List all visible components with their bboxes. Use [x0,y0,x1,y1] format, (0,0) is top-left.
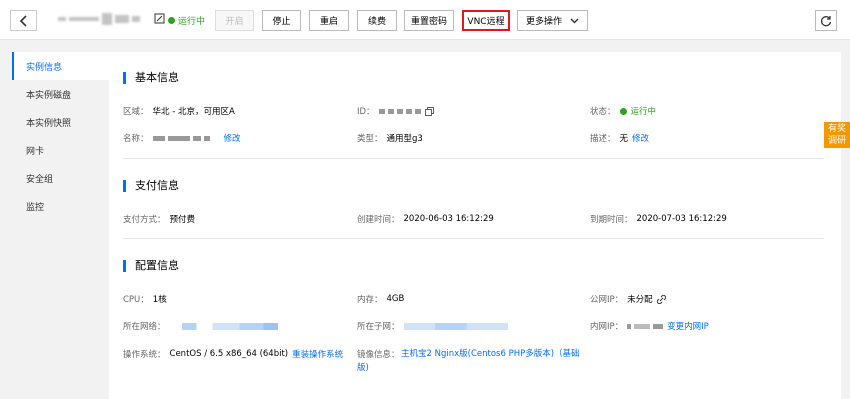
status-field: 状态： 运行中 [590,105,656,117]
id-value-redacted [378,108,421,114]
link-icon[interactable] [656,294,666,304]
image-label: 镜像信息： [357,350,400,360]
public-ip-label: 公网IP： [590,295,624,305]
expire-time-value: 2020-07-03 16:12:29 [636,214,727,224]
basic-info-title: 基本信息 [123,72,179,84]
image-value-line2[interactable]: 版) [357,363,369,373]
status-label: 状态： [590,107,616,117]
sidebar-item-instance-info[interactable]: 实例信息 [12,52,109,80]
image-value-wrap: 版) [357,361,369,373]
chevron-down-icon [570,18,579,23]
subnet-field: 所在子网： [357,320,508,332]
more-actions-label: 更多操作 [525,17,562,27]
sidebar-item-nic[interactable]: 网卡 [12,136,109,164]
type-label: 类型： [357,134,383,144]
sidebar-item-disks[interactable]: 本实例磁盘 [12,80,109,108]
id-field: ID： [357,105,434,117]
id-label: ID： [357,107,375,117]
renew-button[interactable]: 续费 [357,10,397,31]
type-field: 类型： 通用型g3 [357,132,423,144]
region-label: 区域： [123,107,149,117]
sidebar-item-snapshots[interactable]: 本实例快照 [12,108,109,136]
back-button[interactable] [10,10,37,31]
status-value: 运行中 [630,107,657,117]
instance-name-redacted [58,13,140,25]
survey-label-1: 有奖 [827,124,846,134]
expire-time-field: 到期时间： 2020-07-03 16:12:29 [590,213,727,225]
vnc-remote-button[interactable]: VNC远程 [462,10,510,31]
name-value-redacted [152,135,210,141]
created-time-label: 创建时间： [357,215,400,225]
restart-button[interactable]: 重启 [309,10,349,31]
network-value-redacted[interactable] [181,322,278,330]
payment-method-value: 预付费 [169,215,196,225]
stop-button[interactable]: 停止 [262,10,301,31]
refresh-button[interactable] [815,10,837,31]
expire-time-label: 到期时间： [590,215,633,225]
payment-method-label: 支付方式： [123,215,166,225]
cpu-label: CPU： [123,295,149,305]
copy-icon[interactable] [424,106,434,116]
edit-icon[interactable] [154,13,165,24]
private-ip-field: 内网IP： 变更内网IP [590,320,709,332]
reinstall-os-link[interactable]: 重装操作系统 [292,348,343,360]
created-time-value: 2020-06-03 16:12:29 [403,214,494,224]
refresh-icon [820,15,832,26]
top-toolbar: 运行中 开启 停止 重启 续费 重置密码 VNC远程 更多操作 [0,0,850,40]
description-edit-link[interactable]: 修改 [632,132,649,144]
cpu-value: 1核 [152,295,167,305]
instance-detail-panel: 基本信息 区域： 华北 - 北京，可用区A ID： 状态： 运行中 名称： 修改… [109,52,841,399]
private-ip-label: 内网IP： [590,322,624,332]
os-field: 操作系统： CentOS / 6.5 x86_64 (64bit) 重装操作系统 [123,348,343,360]
survey-label-2: 调研 [827,136,846,146]
name-label: 名称： [123,134,149,144]
sidebar-item-security-group[interactable]: 安全组 [12,164,109,192]
running-dot-icon [619,107,627,115]
description-value: 无 [619,134,629,144]
subnet-value-redacted[interactable] [403,322,508,330]
network-field: 所在网络： [123,320,278,332]
payment-method-field: 支付方式： 预付费 [123,213,195,225]
name-edit-link[interactable]: 修改 [224,132,241,144]
reset-password-button[interactable]: 重置密码 [404,10,454,31]
image-value-link[interactable]: 主机宝2 Nginx版(Centos6 PHP多版本)（基础 [401,348,586,361]
memory-label: 内存： [357,295,383,305]
public-ip-field: 公网IP： 未分配 [590,293,666,305]
memory-field: 内存： 4GB [357,293,404,305]
cpu-field: CPU： 1核 [123,293,167,305]
os-label: 操作系统： [123,350,166,360]
status-text: 运行中 [178,17,206,27]
subnet-label: 所在子网： [357,322,400,332]
start-button[interactable]: 开启 [215,10,254,31]
description-label: 描述： [590,134,616,144]
name-field: 名称： 修改 [123,132,241,144]
region-value: 华北 - 北京，可用区A [152,107,235,117]
sidebar-item-monitoring[interactable]: 监控 [12,192,109,220]
payment-info-title: 支付信息 [123,180,179,192]
private-ip-value-redacted [627,323,664,329]
config-info-title: 配置信息 [123,260,179,272]
description-field: 描述： 无 修改 [590,132,649,144]
status-badge: 运行中 [168,14,205,27]
public-ip-value: 未分配 [627,295,653,305]
change-private-ip-link[interactable]: 变更内网IP [667,320,709,332]
divider [123,238,823,239]
chevron-left-icon [19,14,27,27]
divider [123,158,823,159]
image-field: 镜像信息： [357,348,400,360]
running-dot-icon [168,17,175,24]
type-value: 通用型g3 [386,134,423,144]
os-value: CentOS / 6.5 x86_64 (64bit) [169,349,289,359]
sidebar: 实例信息 本实例磁盘 本实例快照 网卡 安全组 监控 [12,52,109,399]
region-field: 区域： 华北 - 北京，可用区A [123,105,235,117]
image-value-line1: 主机宝2 Nginx版(Centos6 PHP多版本)（基础 [401,349,580,359]
more-actions-dropdown[interactable]: 更多操作 [517,10,588,31]
survey-float-button[interactable]: 有奖 调研 [824,122,850,148]
memory-value: 4GB [386,294,405,304]
network-label: 所在网络： [123,322,166,332]
created-time-field: 创建时间： 2020-06-03 16:12:29 [357,213,494,225]
